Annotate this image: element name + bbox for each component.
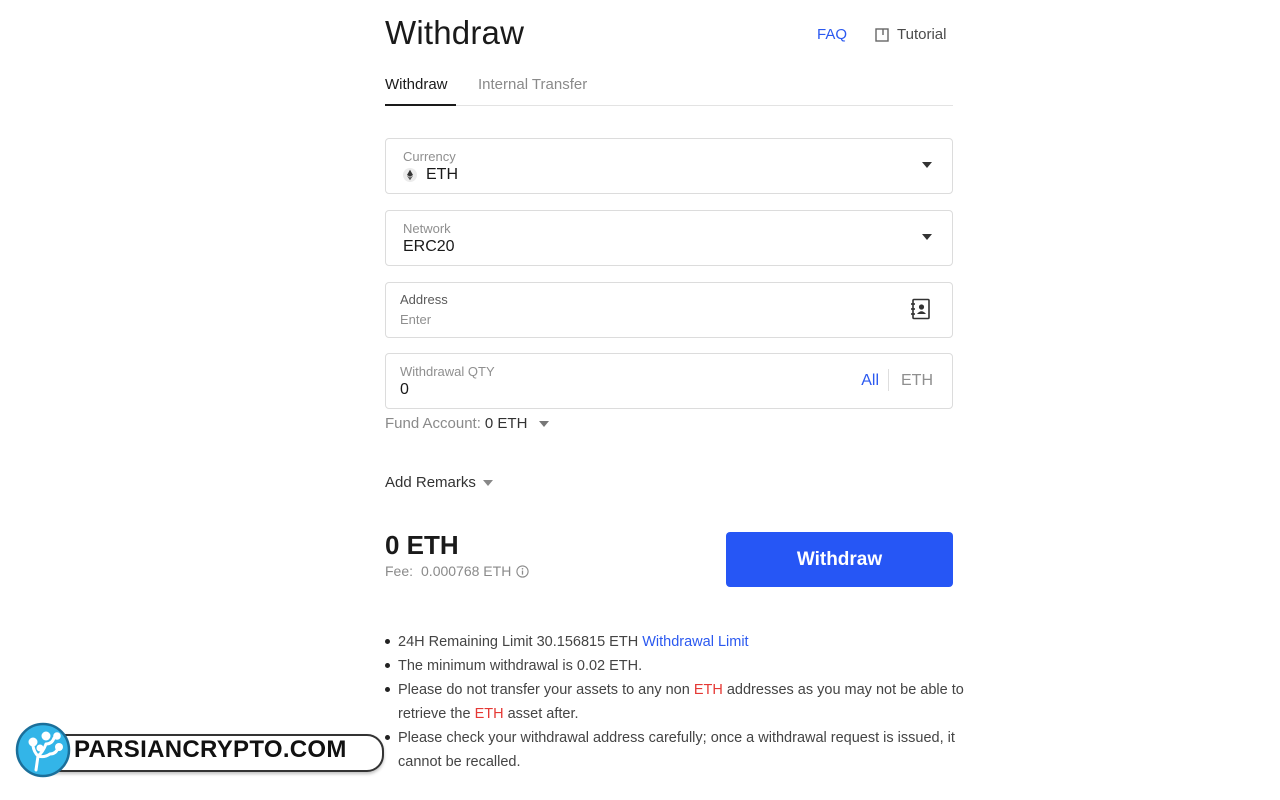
warning-coin: ETH — [474, 706, 504, 722]
qty-divider — [888, 369, 889, 391]
fund-account-label: Fund Account: — [385, 415, 481, 432]
fee-row: Fee: 0.000768 ETH — [385, 563, 529, 579]
book-icon — [875, 27, 889, 42]
page-title: Withdraw — [385, 14, 525, 51]
currency-value: ETH — [426, 166, 458, 183]
watermark-banner: PARSIANCRYPTO.COM — [14, 722, 384, 778]
tab-internal-transfer[interactable]: Internal Transfer — [478, 76, 587, 104]
list-item: Please do not transfer your assets to an… — [385, 678, 966, 726]
fee-value: 0.000768 ETH — [421, 563, 512, 579]
qty-input[interactable]: 0 — [400, 381, 409, 399]
withdrawal-limit-link[interactable]: Withdrawal Limit — [642, 634, 748, 650]
warning-text-part3: asset after. — [507, 706, 579, 722]
tab-bar: Withdraw Internal Transfer — [385, 76, 953, 106]
warning-coin: ETH — [693, 682, 723, 698]
network-value: ERC20 — [403, 238, 455, 255]
list-item: Please check your withdrawal address car… — [385, 726, 966, 774]
info-icon[interactable] — [516, 564, 529, 578]
address-check-text: Please check your withdrawal address car… — [398, 730, 955, 770]
address-book-icon[interactable] — [910, 298, 932, 320]
total-amount: 0 ETH — [385, 530, 459, 560]
currency-select[interactable]: Currency ETH — [385, 138, 953, 194]
qty-unit: ETH — [901, 372, 933, 389]
chevron-down-icon — [539, 420, 550, 427]
fund-account-dropdown[interactable]: Fund Account: 0 ETH — [385, 415, 550, 432]
chevron-down-icon[interactable] — [922, 162, 932, 168]
tutorial-label: Tutorial — [897, 26, 947, 43]
warning-text-part1: Please do not transfer your assets to an… — [398, 682, 690, 698]
watermark-logo-icon — [15, 722, 71, 778]
address-label: Address — [400, 292, 448, 307]
list-item: 24H Remaining Limit 30.156815 ETH Withdr… — [385, 630, 966, 654]
withdrawal-qty-field[interactable]: Withdrawal QTY 0 All ETH — [385, 353, 953, 409]
watermark-text: PARSIANCRYPTO.COM — [74, 736, 347, 763]
withdraw-page: Withdraw FAQ Tutorial Withdraw Internal … — [0, 0, 1280, 800]
address-field[interactable]: Address Enter — [385, 282, 953, 338]
tab-withdraw[interactable]: Withdraw — [385, 76, 456, 106]
chevron-down-icon — [482, 479, 493, 486]
limit-text: 24H Remaining Limit 30.156815 ETH — [398, 634, 639, 650]
fee-label: Fee: — [385, 563, 414, 579]
min-withdrawal-text: The minimum withdrawal is 0.02 ETH. — [398, 658, 643, 674]
ethereum-icon — [403, 168, 417, 182]
withdraw-button[interactable]: Withdraw — [726, 532, 953, 587]
network-select[interactable]: Network ERC20 — [385, 210, 953, 266]
currency-value-row: ETH — [403, 166, 458, 184]
list-item: The minimum withdrawal is 0.02 ETH. — [385, 654, 966, 678]
all-button[interactable]: All — [861, 372, 879, 390]
faq-link[interactable]: FAQ — [817, 26, 847, 43]
add-remarks-label: Add Remarks — [385, 474, 476, 491]
withdraw-notes: 24H Remaining Limit 30.156815 ETH Withdr… — [385, 630, 966, 774]
chevron-down-icon[interactable] — [922, 234, 932, 240]
tutorial-link[interactable]: Tutorial — [875, 26, 946, 43]
qty-label: Withdrawal QTY — [400, 364, 495, 379]
network-label: Network — [403, 221, 451, 236]
page-header: Withdraw FAQ Tutorial — [385, 14, 953, 58]
add-remarks-toggle[interactable]: Add Remarks — [385, 474, 493, 491]
fund-account-value: 0 ETH — [484, 415, 528, 432]
currency-label: Currency — [403, 149, 456, 164]
address-input[interactable]: Enter — [400, 312, 431, 327]
